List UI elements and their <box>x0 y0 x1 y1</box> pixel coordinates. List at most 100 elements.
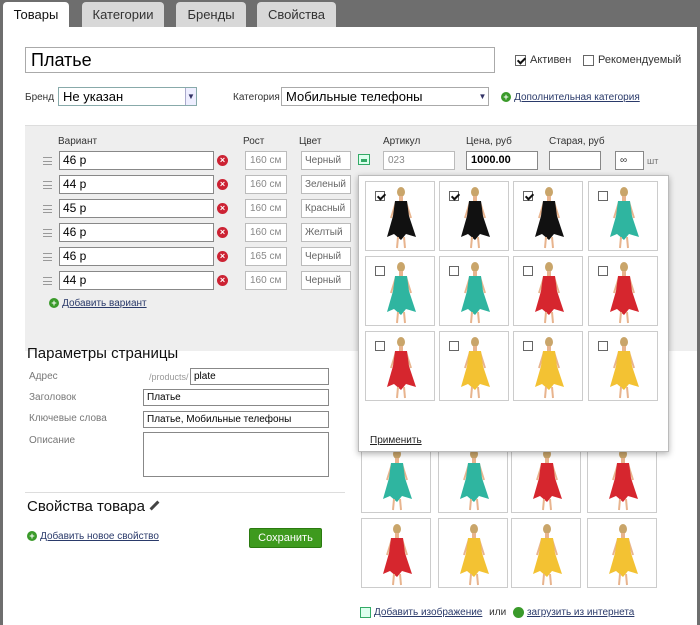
stock-input[interactable]: ∞ <box>615 151 644 170</box>
description-textarea[interactable] <box>143 432 329 477</box>
keywords-input[interactable]: Платье, Мобильные телефоны <box>143 411 329 428</box>
add-category[interactable]: + Дополнительная категория <box>501 91 640 103</box>
product-image-thumb[interactable] <box>438 518 508 588</box>
image-select-checkbox[interactable] <box>375 341 385 351</box>
product-image-thumb[interactable] <box>588 181 658 251</box>
variant-name-input[interactable]: 44 р <box>59 175 214 194</box>
product-image-thumb[interactable] <box>587 518 657 588</box>
color-input[interactable]: Черный <box>301 247 351 266</box>
add-property-link[interactable]: Добавить новое свойство <box>40 531 159 542</box>
active-checkbox[interactable] <box>515 55 526 66</box>
upload-from-internet-link[interactable]: загрузить из интернета <box>527 607 634 618</box>
add-variant[interactable]: + Добавить вариант <box>49 297 147 309</box>
featured-checkbox[interactable] <box>583 55 594 66</box>
drag-handle-icon[interactable] <box>43 181 52 189</box>
drag-handle-icon[interactable] <box>43 229 52 237</box>
image-select-checkbox[interactable] <box>523 341 533 351</box>
image-select-checkbox[interactable] <box>449 266 459 276</box>
product-image-thumb[interactable] <box>588 331 658 401</box>
old-price-input[interactable] <box>549 151 601 170</box>
color-input[interactable]: Желтый <box>301 223 351 242</box>
col-header-variant: Вариант <box>58 136 98 147</box>
add-category-link[interactable]: Дополнительная категория <box>514 92 640 103</box>
product-image-thumb[interactable] <box>365 331 435 401</box>
delete-icon[interactable]: × <box>217 155 228 166</box>
product-image-thumb[interactable] <box>361 518 431 588</box>
add-image-link[interactable]: Добавить изображение <box>374 607 482 618</box>
product-image-thumb[interactable] <box>438 443 508 513</box>
image-select-checkbox[interactable] <box>523 266 533 276</box>
product-image-thumb[interactable] <box>439 181 509 251</box>
sku-input[interactable]: 023 <box>383 151 455 170</box>
add-property[interactable]: + Добавить новое свойство <box>27 530 159 542</box>
product-image-thumb[interactable] <box>587 443 657 513</box>
image-select-checkbox[interactable] <box>449 191 459 201</box>
category-value: Мобильные телефоны <box>286 89 423 104</box>
drag-handle-icon[interactable] <box>43 205 52 213</box>
tab-properties[interactable]: Свойства <box>257 2 336 27</box>
add-variant-link[interactable]: Добавить вариант <box>62 298 147 309</box>
image-select-checkbox[interactable] <box>375 266 385 276</box>
image-select-checkbox[interactable] <box>449 341 459 351</box>
image-select-checkbox[interactable] <box>598 191 608 201</box>
drag-handle-icon[interactable] <box>43 157 52 165</box>
product-image-thumb[interactable] <box>365 256 435 326</box>
price-input[interactable]: 1000.00 <box>466 151 538 170</box>
tab-categories[interactable]: Категории <box>82 2 164 27</box>
variant-name-input[interactable]: 45 р <box>59 199 214 218</box>
save-button[interactable]: Сохранить <box>249 528 322 548</box>
plus-icon: + <box>49 298 59 309</box>
height-input[interactable]: 160 см <box>245 175 287 194</box>
drag-handle-icon[interactable] <box>43 253 52 261</box>
height-input[interactable]: 160 см <box>245 223 287 242</box>
drag-handle-icon[interactable] <box>43 277 52 285</box>
product-image-thumb[interactable] <box>513 331 583 401</box>
product-image-thumb[interactable] <box>439 256 509 326</box>
height-input[interactable]: 165 см <box>245 247 287 266</box>
height-input[interactable]: 160 см <box>245 151 287 170</box>
tab-products[interactable]: Товары <box>3 2 69 27</box>
delete-icon[interactable]: × <box>217 227 228 238</box>
col-header-sku: Артикул <box>383 136 421 147</box>
product-image-thumb[interactable] <box>511 518 581 588</box>
color-input[interactable]: Зеленый <box>301 175 351 194</box>
image-select-checkbox[interactable] <box>598 266 608 276</box>
product-image-thumb[interactable] <box>365 181 435 251</box>
product-image-thumb[interactable] <box>361 443 431 513</box>
image-select-checkbox[interactable] <box>375 191 385 201</box>
col-header-height: Рост <box>243 136 265 147</box>
brand-select[interactable]: Не указан ▼ <box>58 87 197 106</box>
pencil-icon[interactable] <box>149 500 160 510</box>
variant-name-input[interactable]: 44 р <box>59 271 214 290</box>
apply-link[interactable]: Применить <box>370 435 422 446</box>
delete-icon[interactable]: × <box>217 203 228 214</box>
delete-icon[interactable]: × <box>217 251 228 262</box>
product-image-thumb[interactable] <box>439 331 509 401</box>
variant-name-input[interactable]: 46 р <box>59 223 214 242</box>
category-select[interactable]: Мобильные телефоны ▼ <box>281 87 489 106</box>
product-image-thumb[interactable] <box>513 256 583 326</box>
product-name-input[interactable]: Платье <box>25 47 495 73</box>
dress-image <box>460 524 489 586</box>
variant-name-input[interactable]: 46 р <box>59 151 214 170</box>
delete-icon[interactable]: × <box>217 179 228 190</box>
image-select-checkbox[interactable] <box>598 341 608 351</box>
product-image-thumb[interactable] <box>588 256 658 326</box>
featured-label: Рекомендуемый <box>598 54 682 66</box>
product-image-thumb[interactable] <box>511 443 581 513</box>
tab-brands[interactable]: Бренды <box>176 2 246 27</box>
color-input[interactable]: Черный <box>301 271 351 290</box>
variant-name-input[interactable]: 46 р <box>59 247 214 266</box>
address-input[interactable]: plate <box>190 368 329 385</box>
height-input[interactable]: 160 см <box>245 199 287 218</box>
color-input[interactable]: Красный <box>301 199 351 218</box>
page-params-title: Параметры страницы <box>27 345 179 362</box>
image-picker-icon[interactable] <box>358 154 370 165</box>
heading-input[interactable]: Платье <box>143 389 329 406</box>
image-select-checkbox[interactable] <box>523 191 533 201</box>
delete-icon[interactable]: × <box>217 275 228 286</box>
color-input[interactable]: Черный <box>301 151 351 170</box>
tab-bar: Товары Категории Бренды Свойства <box>0 0 700 27</box>
height-input[interactable]: 160 см <box>245 271 287 290</box>
product-image-thumb[interactable] <box>513 181 583 251</box>
